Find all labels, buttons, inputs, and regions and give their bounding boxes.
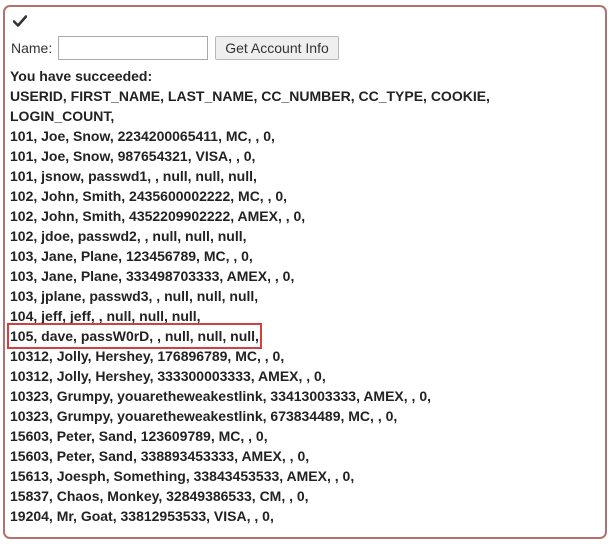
result-row: 10323, Grumpy, youaretheweakestlink, 673… [10,408,398,424]
result-row: 103, Jane, Plane, 123456789, MC, , 0, [10,248,253,264]
result-row: 15613, Joesph, Something, 33843453533, A… [10,468,355,484]
result-row: 102, John, Smith, 2435600002222, MC, , 0… [10,188,288,204]
column-header-line: LOGIN_COUNT, [10,108,115,124]
name-label: Name: [11,40,53,56]
result-row: 19204, Mr, Goat, 33812953533, VISA, , 0, [10,508,274,524]
result-row: 10312, Jolly, Hershey, 333300003333, AME… [10,368,326,384]
column-header-line: USERID, FIRST_NAME, LAST_NAME, CC_NUMBER… [10,88,490,104]
result-row: 15837, Chaos, Monkey, 32849386533, CM, ,… [10,488,309,504]
result-row: 101, jsnow, passwd1, , null, null, null, [10,168,257,184]
query-results: You have succeeded: USERID, FIRST_NAME, … [7,66,602,526]
name-form: Name: Get Account Info [11,36,339,60]
checkmark-icon [13,15,27,27]
result-row: 103, Jane, Plane, 333498703333, AMEX, , … [10,268,295,284]
result-row: 101, Joe, Snow, 987654321, VISA, , 0, [10,148,256,164]
result-row: 15603, Peter, Sand, 338893453333, AMEX, … [10,448,310,464]
result-row: 101, Joe, Snow, 2234200065411, MC, , 0, [10,128,275,144]
name-input[interactable] [58,36,209,60]
highlight-box: 105, dave, passW0rD, , null, null, null, [7,323,262,349]
result-row: 15603, Peter, Sand, 123609789, MC, , 0, [10,428,268,444]
result-row: 104, jeff, jeff, , null, null, null, [10,308,201,324]
result-row: 103, jplane, passwd3, , null, null, null… [10,288,259,304]
account-info-panel: Name: Get Account Info You have succeede… [3,5,607,539]
result-row: 10312, Jolly, Hershey, 176896789, MC, , … [10,348,285,364]
result-row: 10323, Grumpy, youaretheweakestlink, 334… [10,388,432,404]
result-row-highlighted: 105, dave, passW0rD, , null, null, null, [7,323,602,349]
result-row: 102, jdoe, passwd2, , null, null, null, [10,228,247,244]
get-account-info-button[interactable]: Get Account Info [215,36,339,60]
status-message: You have succeeded: [10,68,153,84]
result-row: 102, John, Smith, 4352209902222, AMEX, ,… [10,208,306,224]
